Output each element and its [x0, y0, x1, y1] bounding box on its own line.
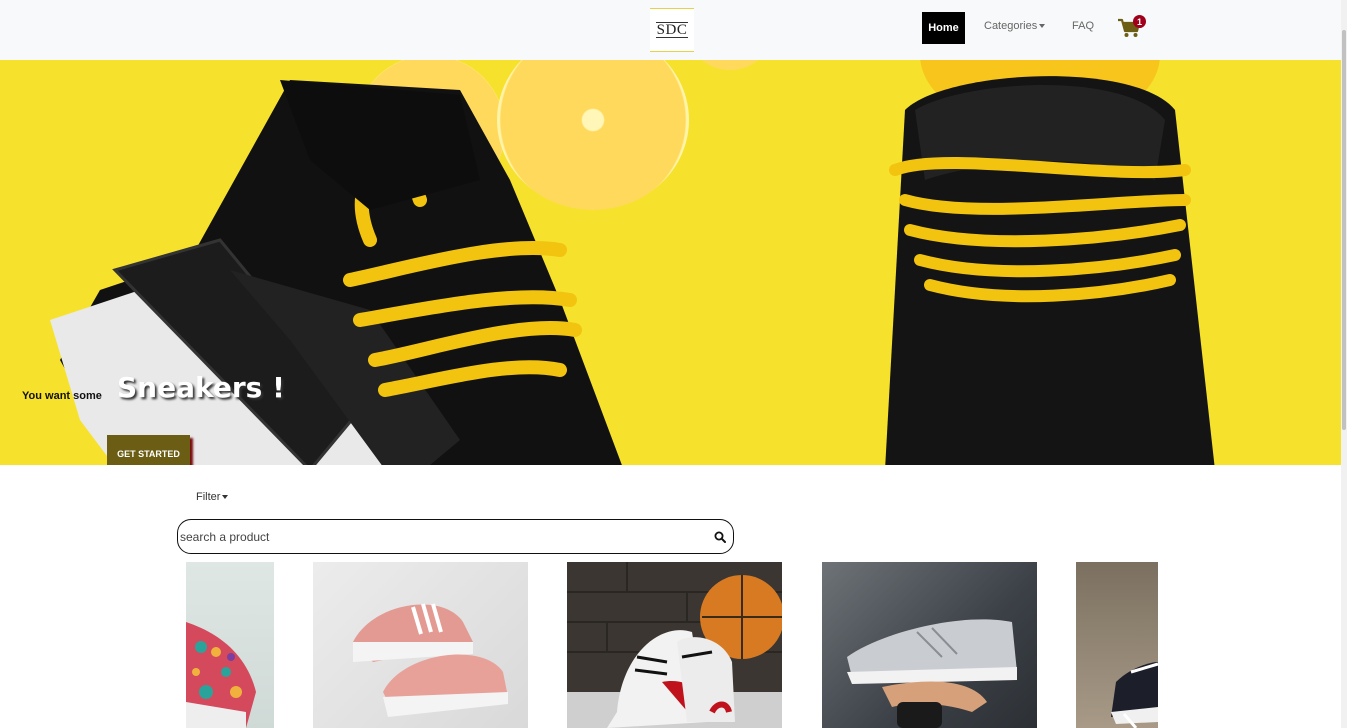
hero-title: Sneakers !: [117, 371, 285, 404]
hero-lead-text: You want some: [22, 390, 102, 402]
cart-count-badge: 1: [1133, 15, 1146, 28]
sneaker-right-image: [885, 76, 1215, 465]
nav-home-link[interactable]: Home: [922, 12, 965, 44]
product-card[interactable]: [186, 562, 274, 728]
nav-categories-dropdown[interactable]: Categories: [984, 20, 1046, 32]
search-input[interactable]: [180, 528, 700, 546]
search-bar: [177, 519, 734, 554]
logo[interactable]: SDC: [650, 8, 694, 52]
product-image: [186, 622, 256, 728]
product-image: [567, 562, 782, 728]
product-card[interactable]: [1076, 562, 1158, 728]
scrollbar-thumb[interactable]: [1342, 30, 1346, 430]
hero-banner: You want some Sneakers ! GET STARTED: [0, 60, 1341, 465]
product-image: [847, 619, 1017, 728]
sneaker-left-image: [50, 80, 622, 465]
logo-text: SDC: [655, 22, 689, 38]
caret-down-icon: [1039, 24, 1046, 29]
product-image: [1111, 662, 1158, 728]
page: SDC Home Categories FAQ 1 You want some …: [0, 0, 1347, 728]
lemon-slice-image: [690, 60, 770, 70]
product-card[interactable]: [822, 562, 1037, 728]
nav-faq-link[interactable]: FAQ: [1072, 20, 1094, 32]
product-card[interactable]: [567, 562, 782, 728]
search-icon[interactable]: [714, 531, 726, 543]
nav-categories-label: Categories: [984, 20, 1038, 32]
get-started-button[interactable]: GET STARTED: [107, 435, 190, 465]
caret-down-icon: [222, 495, 229, 500]
product-card[interactable]: [313, 562, 528, 728]
filter-label: Filter: [196, 491, 221, 503]
filter-dropdown[interactable]: Filter: [196, 491, 229, 503]
page-scrollbar[interactable]: [1341, 0, 1347, 728]
product-image: [353, 603, 508, 717]
cart-button[interactable]: 1: [1117, 15, 1147, 41]
navbar: SDC Home Categories FAQ 1: [0, 0, 1341, 60]
